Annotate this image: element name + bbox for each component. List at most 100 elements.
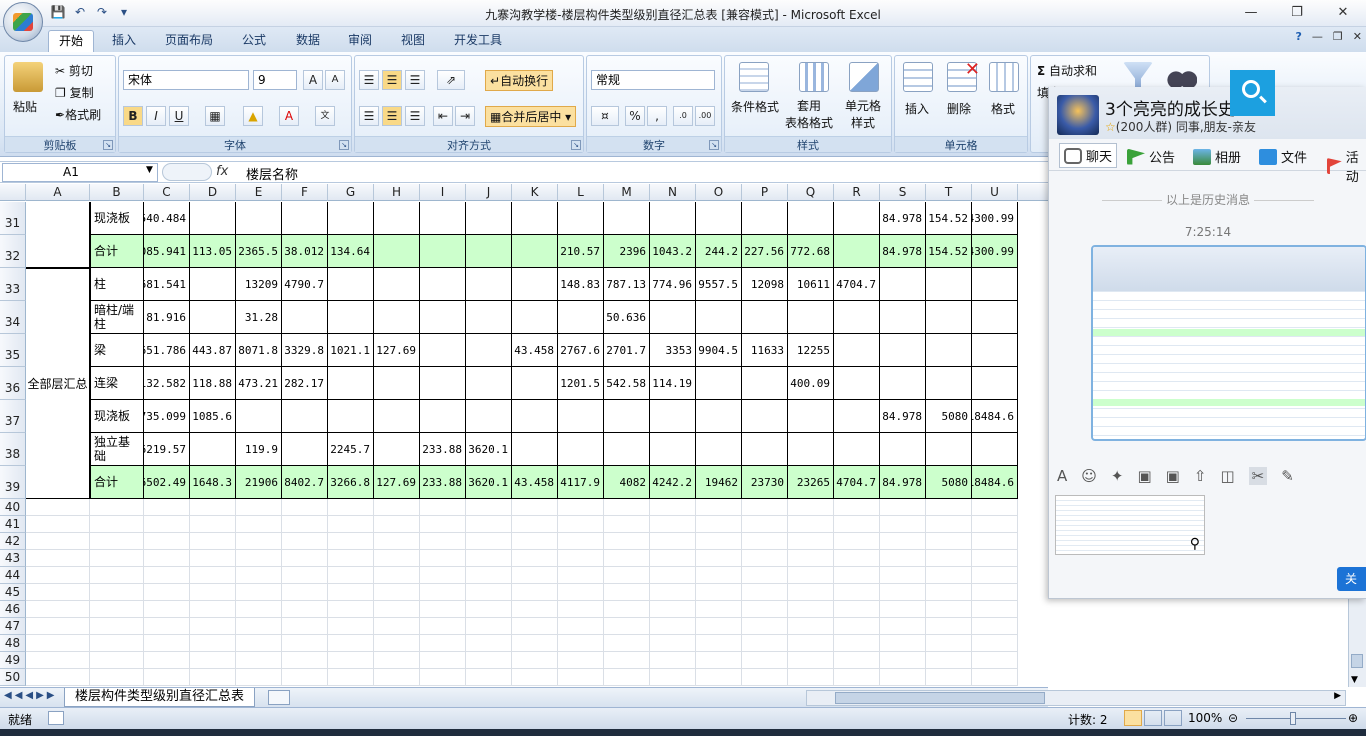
empty-cell[interactable] (190, 499, 236, 516)
empty-cell[interactable] (880, 584, 926, 601)
cell-value[interactable] (696, 367, 742, 400)
empty-cell[interactable] (972, 618, 1018, 635)
cell-label[interactable]: 柱 (90, 268, 144, 301)
empty-cell[interactable] (558, 550, 604, 567)
empty-cell[interactable] (190, 567, 236, 584)
row-header[interactable]: 34 (0, 301, 26, 334)
empty-cell[interactable] (926, 635, 972, 652)
column-header-s[interactable]: S (880, 184, 926, 201)
cell-label[interactable]: 合计 (90, 466, 144, 499)
cell-value[interactable]: 233.88 (420, 433, 466, 466)
row-header[interactable]: 43 (0, 550, 26, 567)
row-header[interactable]: 40 (0, 499, 26, 516)
cell-value[interactable] (650, 400, 696, 433)
cell-value[interactable] (834, 202, 880, 235)
bold-button[interactable]: B (123, 106, 143, 126)
cell-value[interactable]: 9904.5 (696, 334, 742, 367)
empty-cell[interactable] (834, 635, 880, 652)
cell-group-label[interactable]: 全部层汇总 (26, 268, 90, 499)
empty-cell[interactable] (742, 601, 788, 618)
empty-cell[interactable] (972, 533, 1018, 550)
cell-value[interactable] (420, 268, 466, 301)
empty-cell[interactable] (328, 567, 374, 584)
empty-cell[interactable] (90, 652, 144, 669)
empty-cell[interactable] (26, 567, 90, 584)
column-header-t[interactable]: T (926, 184, 972, 201)
empty-cell[interactable] (512, 516, 558, 533)
cell-value[interactable]: 43.458 (512, 334, 558, 367)
cell-value[interactable]: 24735.099 (144, 400, 190, 433)
cell-value[interactable] (558, 400, 604, 433)
cell-value[interactable]: 3266.8 (328, 466, 374, 499)
empty-cell[interactable] (236, 618, 282, 635)
cell-value[interactable] (926, 433, 972, 466)
empty-cell[interactable] (558, 669, 604, 686)
empty-cell[interactable] (466, 567, 512, 584)
empty-cell[interactable] (788, 652, 834, 669)
empty-cell[interactable] (282, 499, 328, 516)
empty-cell[interactable] (282, 652, 328, 669)
empty-cell[interactable] (26, 584, 90, 601)
empty-cell[interactable] (466, 499, 512, 516)
empty-cell[interactable] (420, 567, 466, 584)
empty-cell[interactable] (328, 618, 374, 635)
cell-value[interactable] (972, 301, 1018, 334)
cell-value[interactable] (466, 334, 512, 367)
formula-input[interactable]: 楼层名称 (246, 164, 298, 183)
cell-value[interactable] (328, 301, 374, 334)
cell-value[interactable]: 3620.1 (466, 433, 512, 466)
column-header-i[interactable]: I (420, 184, 466, 201)
cell-value[interactable] (282, 433, 328, 466)
empty-cell[interactable] (650, 499, 696, 516)
empty-cell[interactable] (696, 618, 742, 635)
empty-cell[interactable] (26, 516, 90, 533)
cell-value[interactable] (604, 202, 650, 235)
empty-cell[interactable] (834, 652, 880, 669)
office-button[interactable] (3, 2, 43, 42)
empty-cell[interactable] (190, 618, 236, 635)
decrease-decimal-icon[interactable]: .00 (695, 106, 715, 126)
empty-cell[interactable] (972, 635, 1018, 652)
more-icon[interactable]: ✎ (1281, 467, 1294, 485)
empty-cell[interactable] (466, 635, 512, 652)
empty-cell[interactable] (696, 550, 742, 567)
empty-cell[interactable] (236, 601, 282, 618)
cell-value[interactable]: 8071.8 (236, 334, 282, 367)
cell-value[interactable] (696, 433, 742, 466)
empty-cell[interactable] (236, 516, 282, 533)
cell-value[interactable]: 2396 (604, 235, 650, 268)
cell-value[interactable]: 4790.7 (282, 268, 328, 301)
empty-cell[interactable] (512, 635, 558, 652)
align-left-icon[interactable]: ☰ (359, 106, 379, 126)
orientation-icon[interactable]: ⇗ (437, 70, 465, 90)
empty-cell[interactable] (696, 499, 742, 516)
empty-cell[interactable] (834, 584, 880, 601)
image-icon[interactable]: ▣ (1166, 467, 1180, 485)
empty-cell[interactable] (926, 499, 972, 516)
tab-developer[interactable]: 开发工具 (446, 30, 510, 52)
empty-cell[interactable] (788, 533, 834, 550)
cell-value[interactable] (696, 202, 742, 235)
empty-cell[interactable] (26, 499, 90, 516)
cell-value[interactable]: 154.52 (926, 235, 972, 268)
empty-cell[interactable] (696, 652, 742, 669)
wrap-text-button[interactable]: ↵自动换行 (485, 70, 554, 91)
empty-cell[interactable] (742, 618, 788, 635)
cell-value[interactable]: 146502.49 (144, 466, 190, 499)
cell-value[interactable]: 6219.57 (144, 433, 190, 466)
empty-cell[interactable] (558, 533, 604, 550)
tab-page-layout[interactable]: 页面布局 (158, 30, 220, 52)
paste-button[interactable]: 粘贴 (13, 98, 37, 115)
empty-cell[interactable] (26, 618, 90, 635)
cell-value[interactable]: 84.978 (880, 235, 926, 268)
cell-value[interactable] (788, 400, 834, 433)
cell-value[interactable] (512, 433, 558, 466)
cell-value[interactable] (834, 433, 880, 466)
empty-cell[interactable] (144, 533, 190, 550)
cell-value[interactable] (190, 301, 236, 334)
cell-label[interactable]: 现浇板 (90, 202, 144, 235)
cell-value[interactable]: 1021.1 (328, 334, 374, 367)
column-header-l[interactable]: L (558, 184, 604, 201)
empty-cell[interactable] (972, 652, 1018, 669)
fill-color-icon[interactable]: ▲ (243, 106, 263, 126)
